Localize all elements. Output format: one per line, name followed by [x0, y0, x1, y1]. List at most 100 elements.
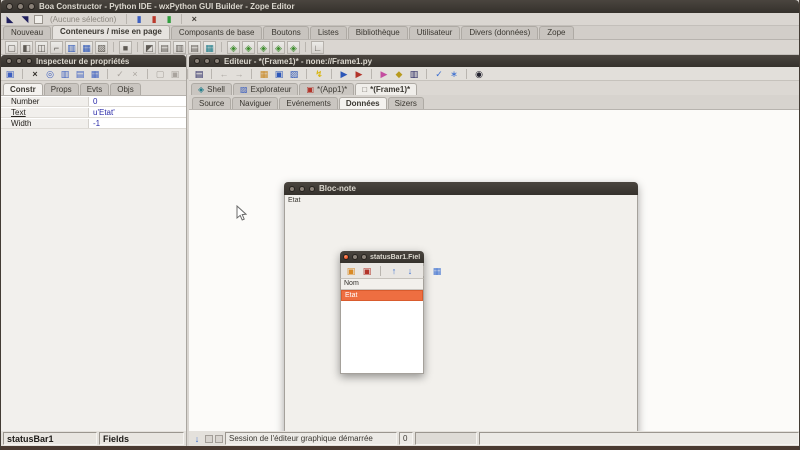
copy-prop-icon[interactable]: ▢ [154, 68, 166, 80]
copy-icon[interactable]: ▥ [59, 68, 71, 80]
tab-donnees[interactable]: Données [339, 97, 387, 109]
splitter-window-icon[interactable]: ◫ [35, 41, 48, 54]
move-down-icon[interactable]: ↓ [404, 265, 416, 277]
new-field-icon[interactable]: ▣ [345, 265, 357, 277]
palette-tab-boutons[interactable]: Boutons [263, 26, 308, 39]
session-log-icon[interactable]: ↓ [191, 433, 203, 445]
close-button[interactable] [6, 58, 12, 64]
maximize-button[interactable] [26, 58, 32, 64]
delete-selection-icon[interactable]: × [29, 68, 41, 80]
palette-tab-listes[interactable]: Listes [310, 26, 347, 39]
maximize-button[interactable] [214, 58, 220, 64]
scrolled-window-icon[interactable]: ▨ [95, 41, 108, 54]
close-page-icon[interactable]: ∗ [448, 68, 460, 80]
forward-icon[interactable]: → [233, 68, 245, 80]
text-panel-icon[interactable]: ▥ [173, 41, 186, 54]
palette-tab-zope[interactable]: Zope [539, 26, 573, 39]
fields-list[interactable]: Nom Etat [340, 279, 424, 374]
grid-sizer-icon[interactable]: ◈ [257, 41, 270, 54]
editor-titlebar[interactable]: Editeur - *(Frame1)* - none://Frame1.py [189, 55, 800, 67]
palette-tab-bibliotheque[interactable]: Bibliothèque [348, 26, 408, 39]
designer-frame-window[interactable]: Bloc-note Etat [284, 182, 638, 431]
minimize-button[interactable] [299, 186, 305, 192]
tab-app1[interactable]: ▣ *(App1)* [299, 83, 354, 95]
tab-naviguer[interactable]: Naviguer [232, 97, 278, 109]
notebook-icon[interactable]: ▤ [74, 68, 86, 80]
property-row[interactable]: Text u'Etat' [1, 107, 186, 118]
selection-checkbox[interactable] [34, 15, 43, 24]
property-value[interactable]: u'Etat' [89, 108, 186, 117]
panel-icon[interactable]: ▢ [5, 41, 18, 54]
palette-tab-conteneurs[interactable]: Conteneurs / mise en page [52, 25, 170, 39]
list-window-icon[interactable]: ▤ [158, 41, 171, 54]
tab-explorateur[interactable]: ▨ Explorateur [233, 83, 298, 95]
property-row[interactable]: Width -1 [1, 118, 186, 129]
tab-constr[interactable]: Constr [3, 83, 43, 95]
designer-frame-body[interactable]: Etat [284, 195, 638, 431]
save-icon[interactable]: ▣ [273, 68, 285, 80]
find-component-icon[interactable]: ◎ [44, 68, 56, 80]
inspect-field-icon[interactable]: ▦ [431, 265, 443, 277]
close-button[interactable] [343, 254, 349, 260]
main-window-titlebar[interactable]: Boa Constructor - Python IDE - wxPython … [1, 0, 799, 13]
designer-tool-icon[interactable]: ◥ [19, 13, 31, 25]
tabbed-window-icon[interactable]: ◩ [143, 41, 156, 54]
designer-frame-titlebar[interactable]: Bloc-note [284, 182, 638, 195]
delete-field-icon[interactable]: ▣ [361, 265, 373, 277]
property-row[interactable]: Number 0 [1, 96, 186, 107]
field-row-etat[interactable]: Etat [341, 290, 423, 301]
minimize-button[interactable] [16, 58, 22, 64]
palette-tab-nouveau[interactable]: Nouveau [3, 26, 51, 39]
palette-tab-divers[interactable]: Divers (données) [461, 26, 538, 39]
property-value[interactable]: -1 [89, 119, 186, 128]
close-button[interactable] [194, 58, 200, 64]
print-icon[interactable]: ▤ [193, 68, 205, 80]
source-view-icon[interactable]: ▥ [408, 68, 420, 80]
statusbar-fields-dialog[interactable]: statusBar1.Fiel ▣ ▣ ↑ ↓ ▦ Nom Etat [340, 251, 424, 374]
tab-sizers[interactable]: Sizers [388, 97, 424, 109]
maximize-button[interactable] [361, 254, 367, 260]
property-value[interactable]: 0 [89, 97, 186, 106]
palette-tab-utilisateur[interactable]: Utilisateur [409, 26, 461, 39]
help-icon[interactable]: ◉ [473, 68, 485, 80]
status-toggle-2[interactable] [215, 435, 223, 443]
maximize-button[interactable] [309, 186, 315, 192]
debug-icon[interactable]: ▶ [378, 68, 390, 80]
check-source-icon[interactable]: ↯ [313, 68, 325, 80]
fields-dialog-titlebar[interactable]: statusBar1.Fiel [340, 251, 424, 263]
wxpython-help-icon[interactable]: ▮ [133, 13, 145, 25]
notebook-icon[interactable]: ▥ [65, 41, 78, 54]
boa-help-icon[interactable]: ▮ [163, 13, 175, 25]
palette-tab-composants[interactable]: Composants de base [171, 26, 263, 39]
spacer-icon[interactable]: ■ [119, 41, 132, 54]
confirm-icon[interactable]: ✓ [114, 68, 126, 80]
tab-shell[interactable]: ◈ Shell [191, 83, 232, 95]
static-box-sizer-icon[interactable]: ◈ [242, 41, 255, 54]
post-icon[interactable]: ✓ [433, 68, 445, 80]
cancel-icon[interactable]: × [129, 68, 141, 80]
tab-source[interactable]: Source [192, 97, 231, 109]
flex-grid-sizer-icon[interactable]: ◈ [272, 41, 285, 54]
maximize-button[interactable] [28, 3, 35, 10]
back-icon[interactable]: ← [218, 68, 230, 80]
grid-window-icon[interactable]: ▦ [203, 41, 216, 54]
save-as-icon[interactable]: ▨ [288, 68, 300, 80]
minimize-button[interactable] [352, 254, 358, 260]
snapshot-icon[interactable]: ▣ [4, 68, 16, 80]
switch-designer-icon[interactable]: ▦ [89, 68, 101, 80]
window-icon[interactable]: ◧ [20, 41, 33, 54]
anchors-icon[interactable]: ∟ [311, 41, 324, 54]
tab-evts[interactable]: Evts [80, 83, 110, 95]
colored-panel-icon[interactable]: ▦ [80, 41, 93, 54]
close-selection-icon[interactable]: × [188, 13, 200, 25]
status-toggle-1[interactable] [205, 435, 213, 443]
run-app-icon[interactable]: ▶ [338, 68, 350, 80]
tab-evenements[interactable]: Evénements [279, 97, 337, 109]
inspector-titlebar[interactable]: Inspecteur de propriétés [1, 55, 186, 67]
statusbar-field-preview[interactable]: Etat [288, 197, 300, 204]
pointer-tool-icon[interactable]: ◣ [4, 13, 16, 25]
gridbag-sizer-icon[interactable]: ◈ [287, 41, 300, 54]
box-sizer-icon[interactable]: ◈ [227, 41, 240, 54]
minimize-button[interactable] [17, 3, 24, 10]
breakpoint-icon[interactable]: ◆ [393, 68, 405, 80]
